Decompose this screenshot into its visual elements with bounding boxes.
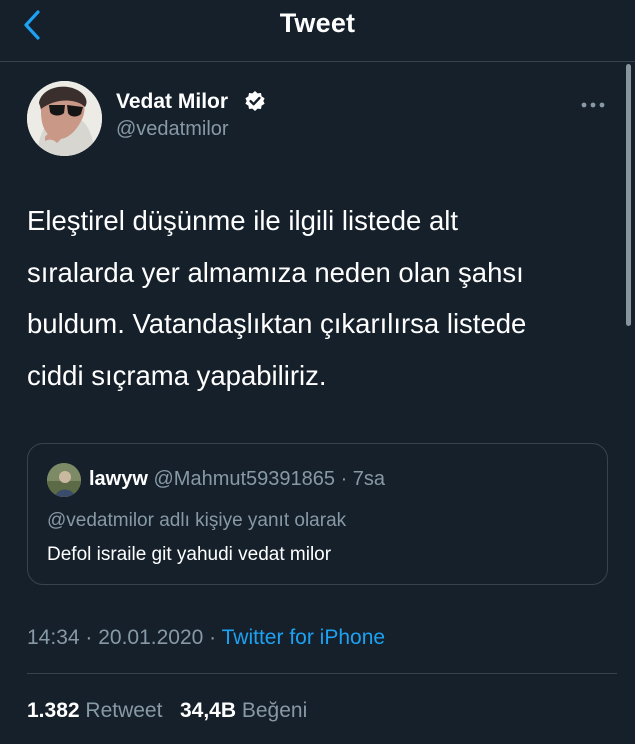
more-dots-icon — [581, 102, 605, 108]
quoted-author-name: lawyw — [89, 468, 148, 490]
author-avatar[interactable] — [27, 81, 102, 156]
meta-separator: · — [79, 626, 99, 649]
meta-separator: · — [203, 626, 222, 649]
scrollbar[interactable] — [626, 64, 631, 326]
like-label: Beğeni — [241, 699, 308, 722]
quoted-reply-context: @vedatmilor adlı kişiye yanıt olarak — [47, 510, 347, 531]
page-title: Tweet — [279, 8, 356, 38]
tweet-time: 14:34 — [27, 626, 80, 649]
tweet-text: Eleştirel düşünme ile ilgili listede alt… — [27, 195, 602, 401]
quoted-avatar-image — [47, 463, 81, 497]
quoted-tweet-card[interactable]: lawyw @Mahmut59391865 · 7sa @vedatmilor … — [27, 443, 608, 585]
quoted-time: · 7sa — [340, 468, 386, 490]
retweets-stat[interactable]: 1.382 Retweet — [27, 699, 162, 722]
quoted-tweet-text: Defol israile git yahudi vedat milor — [47, 544, 332, 565]
tweet-text-line: ciddi sıçrama yapabiliriz. — [27, 359, 327, 391]
author-handle[interactable]: @vedatmilor — [116, 118, 229, 141]
tweet-meta: 14:34 · 20.01.2020 · Twitter for iPhone — [27, 626, 385, 650]
retweet-label: Retweet — [85, 699, 163, 722]
tweet-text-line: buldum. Vatandaşlıktan çıkarılırsa liste… — [27, 308, 527, 339]
quoted-author-avatar — [47, 463, 81, 497]
quoted-header: lawyw @Mahmut59391865 · 7sa — [89, 468, 385, 491]
tweet-source-link[interactable]: Twitter for iPhone — [222, 626, 385, 649]
quoted-author-handle: @Mahmut59391865 — [153, 468, 336, 490]
like-count: 34,4B — [179, 699, 237, 722]
author-display-name[interactable]: Vedat Milor — [116, 90, 228, 114]
tweet-text-line: Eleştirel düşünme ile ilgili listede alt — [27, 205, 459, 236]
likes-stat[interactable]: 34,4B Beğeni — [180, 699, 307, 722]
author-avatar-image — [27, 81, 102, 156]
verified-badge-icon — [245, 91, 265, 111]
engagement-stats: 1.382 Retweet 34,4B Beğeni — [27, 699, 307, 723]
more-options-button[interactable] — [579, 95, 607, 115]
top-bar: Tweet — [0, 0, 635, 62]
tweet-date: 20.01.2020 — [98, 626, 204, 649]
tweet-text-line: sıralarda yer almamıza neden olan şahsı — [27, 256, 524, 288]
divider — [27, 673, 617, 674]
retweet-count: 1.382 — [27, 699, 80, 722]
